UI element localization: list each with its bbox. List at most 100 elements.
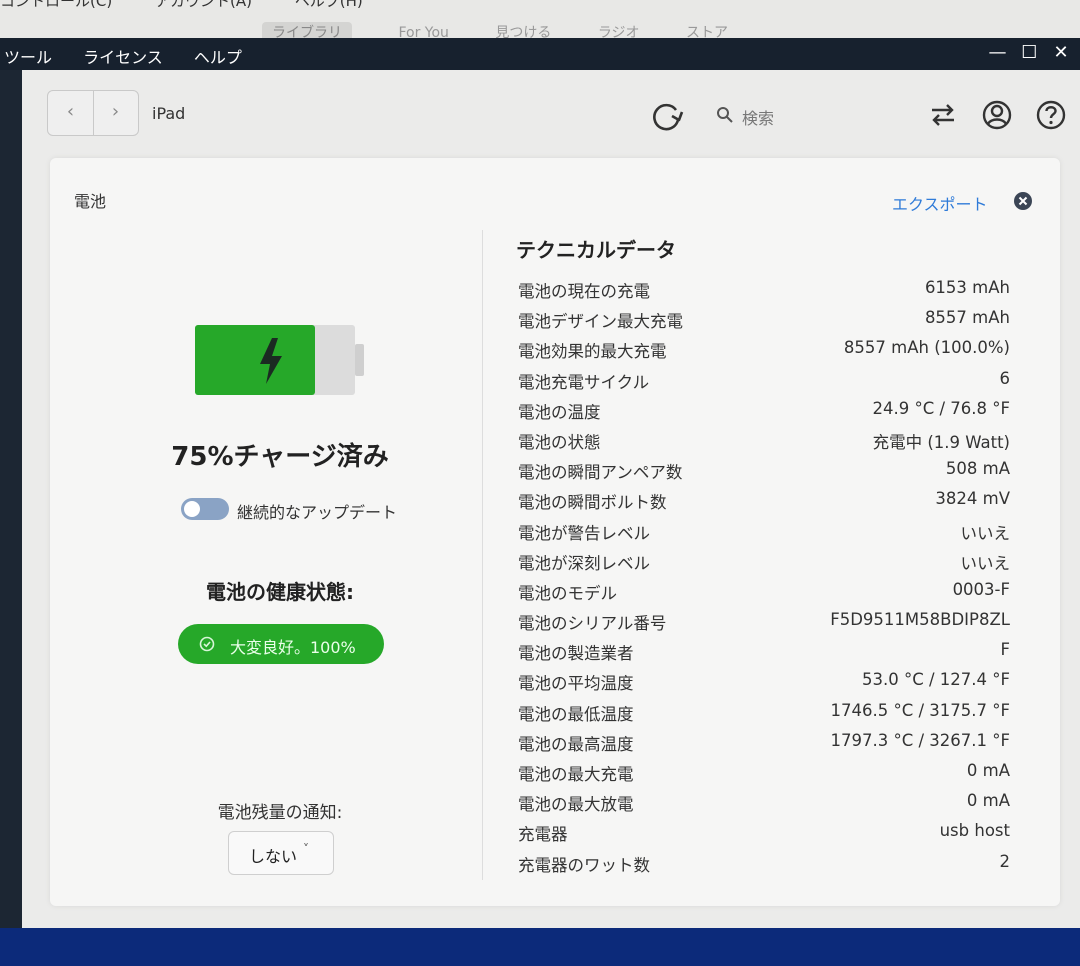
tech-row-value: 充電中 (1.9 Watt): [872, 432, 1010, 452]
background-tab[interactable]: 見つける: [495, 25, 551, 38]
export-link[interactable]: エクスポート: [892, 191, 988, 215]
tech-row-value: usb host: [939, 821, 1010, 841]
background-tab[interactable]: ラジオ: [598, 25, 640, 38]
tech-row: 電池の瞬間アンペア数 508 mA: [514, 457, 1034, 487]
tech-row: 電池の状態 充電中 (1.9 Watt): [514, 427, 1034, 457]
tech-row-label: 電池の瞬間ボルト数: [518, 493, 667, 513]
tech-row: 電池の最大放電 0 mA: [514, 789, 1034, 819]
search-field[interactable]: 検索: [708, 100, 918, 130]
tech-row-label: 電池の最高温度: [518, 734, 634, 754]
tech-row: 電池のシリアル番号 F5D9511M58BDIP8ZL: [514, 608, 1034, 638]
background-tabs: ライブラリ For You 見つける ラジオ ストア: [262, 22, 770, 38]
battery-charge-fill: [195, 325, 315, 395]
background-tab[interactable]: ストア: [686, 25, 728, 38]
tech-row: 電池効果的最大充電 8557 mAh (100.0%): [514, 336, 1034, 366]
search-icon: [717, 107, 733, 123]
tech-row-value: 1746.5 °C / 3175.7 °F: [830, 700, 1010, 720]
tech-row: 充電器のワット数 2: [514, 850, 1034, 880]
title-bar: ツール ライセンス ヘルプ — ☐ ✕: [0, 38, 1080, 70]
tech-row: 電池の製造業者 F: [514, 638, 1034, 668]
background-menu-bar: コントロール(C) アカウント(A) ヘルプ(H): [0, 0, 401, 11]
tech-row-label: 電池充電サイクル: [518, 372, 650, 392]
tech-row: 電池の瞬間ボルト数 3824 mV: [514, 487, 1034, 517]
device-name: iPad: [152, 104, 186, 123]
check-circle-icon: [199, 636, 215, 652]
menu-bar: ツール ライセンス ヘルプ: [4, 44, 268, 68]
tech-row-label: 電池の状態: [518, 432, 601, 452]
tech-row-label: 電池効果的最大充電: [518, 342, 667, 362]
technical-data-list: 電池の現在の充電 6153 mAh 電池デザイン最大充電 8557 mAh 電池効果的最…: [514, 276, 1034, 880]
tech-row: 電池デザイン最大充電 8557 mAh: [514, 306, 1034, 336]
tech-row: 充電器 usb host: [514, 819, 1034, 849]
back-button[interactable]: ‹: [48, 91, 94, 135]
tech-row-value: 3824 mV: [935, 489, 1010, 509]
window-controls: — ☐ ✕: [985, 42, 1074, 63]
battery-summary: 75%チャージ済み 継続的なアップデート 電池の健康状態: 大変良好。100% …: [50, 158, 510, 906]
technical-data-title: テクニカルデータ: [516, 238, 676, 262]
tech-row: 電池の最低温度 1746.5 °C / 3175.7 °F: [514, 699, 1034, 729]
refresh-icon[interactable]: [648, 98, 684, 134]
tech-row: 電池の温度 24.9 °C / 76.8 °F: [514, 397, 1034, 427]
tech-row: 電池充電サイクル 6: [514, 367, 1034, 397]
background-app-window: コントロール(C) アカウント(A) ヘルプ(H) ライブラリ For You …: [0, 0, 1080, 38]
tech-row: 電池が警告レベル いいえ: [514, 518, 1034, 548]
tech-row-label: 充電器のワット数: [518, 855, 650, 875]
tech-row-value: 6: [999, 368, 1011, 388]
tech-row: 電池の現在の充電 6153 mAh: [514, 276, 1034, 306]
toolbar: ‹ › iPad 検索: [22, 70, 1080, 156]
tech-row-label: 電池の瞬間アンペア数: [518, 463, 683, 483]
charge-status: 75%チャージ済み: [171, 442, 389, 472]
menu-item-license[interactable]: ライセンス: [83, 48, 163, 67]
tech-row-value: 508 mA: [945, 459, 1010, 479]
tech-row: 電池の最大充電 0 mA: [514, 759, 1034, 789]
auto-update-label: 継続的なアップデート: [237, 503, 398, 522]
tech-row-label: 充電器: [518, 825, 568, 845]
notify-select-value: しない: [249, 847, 298, 866]
tech-row-value: 8557 mAh: [924, 308, 1010, 328]
close-icon[interactable]: [1012, 190, 1034, 212]
background-menu-item[interactable]: ヘルプ(H): [295, 0, 363, 10]
search-placeholder: 検索: [742, 109, 775, 128]
tech-row: 電池の平均温度 53.0 °C / 127.4 °F: [514, 668, 1034, 698]
background-menu-item[interactable]: アカウント(A): [155, 0, 252, 10]
menu-item-tools[interactable]: ツール: [4, 48, 52, 67]
tech-row-label: 電池の最低温度: [518, 704, 634, 724]
tech-row-value: F: [1000, 640, 1011, 660]
notify-label: 電池残量の通知:: [217, 803, 343, 823]
auto-update-toggle[interactable]: [181, 498, 229, 520]
help-icon[interactable]: [1034, 98, 1068, 132]
forward-button[interactable]: ›: [93, 91, 138, 135]
tech-row-label: 電池のシリアル番号: [518, 614, 667, 634]
maximize-button[interactable]: ☐: [1016, 42, 1042, 63]
background-menu-item[interactable]: コントロール(C): [0, 0, 112, 10]
chevron-down-icon: ˅: [303, 842, 309, 856]
tech-row-label: 電池のモデル: [518, 583, 617, 603]
transfer-icon[interactable]: [926, 98, 960, 132]
tech-row: 電池の最高温度 1797.3 °C / 3267.1 °F: [514, 729, 1034, 759]
tech-row-value: 1797.3 °C / 3267.1 °F: [830, 730, 1010, 750]
close-window-button[interactable]: ✕: [1048, 42, 1074, 63]
tech-row-label: 電池の製造業者: [518, 644, 634, 664]
health-badge-text: 大変良好。100%: [230, 638, 356, 657]
health-title: 電池の健康状態:: [206, 580, 354, 604]
account-icon[interactable]: [980, 98, 1014, 132]
tech-row-value: 8557 mAh (100.0%): [843, 338, 1010, 358]
background-tab[interactable]: For You: [398, 25, 448, 38]
tech-row-value: 6153 mAh: [924, 278, 1010, 297]
tech-row-label: 電池の平均温度: [518, 674, 634, 694]
health-badge: 大変良好。100%: [178, 624, 384, 664]
nav-buttons: ‹ ›: [47, 90, 139, 136]
tech-row-label: 電池の現在の充電: [518, 282, 650, 301]
tech-row: 電池が深刻レベル いいえ: [514, 548, 1034, 578]
background-tab[interactable]: ライブラリ: [262, 22, 352, 38]
tech-row-label: 電池の温度: [518, 402, 601, 422]
menu-item-help[interactable]: ヘルプ: [194, 48, 242, 67]
divider: [482, 230, 483, 880]
app-window: ツール ライセンス ヘルプ — ☐ ✕ ‹ › iPad 検索 電池 エクスポー…: [0, 38, 1080, 928]
tech-row-value: いいえ: [960, 523, 1011, 543]
notify-select[interactable]: しない ˅: [228, 831, 334, 875]
tech-row-value: 2: [999, 851, 1011, 871]
tech-row-label: 電池が警告レベル: [518, 523, 650, 543]
minimize-button[interactable]: —: [985, 42, 1011, 63]
tech-row-value: いいえ: [960, 553, 1011, 573]
